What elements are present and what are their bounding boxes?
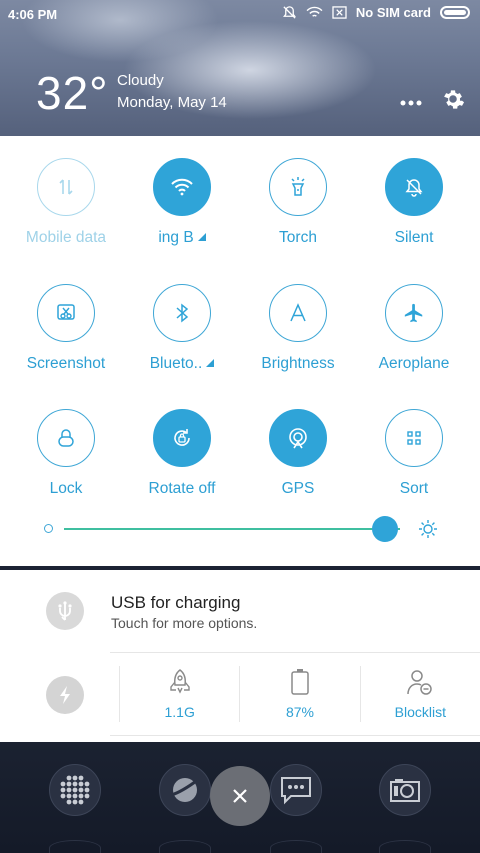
weather-date: Monday, May 14: [117, 94, 227, 111]
lock-icon: [37, 409, 95, 467]
wifi-status-icon: [306, 6, 323, 19]
toggle-label: Mobile data: [25, 229, 107, 246]
divider: [110, 652, 480, 653]
wifi-icon: [153, 158, 211, 216]
toggle-wifi[interactable]: ing B: [124, 158, 240, 249]
toggle-label: Rotate off: [148, 480, 216, 497]
dock-row-2-hint: [159, 840, 211, 853]
header-actions: [400, 86, 466, 117]
toggle-label: Sort: [399, 480, 429, 497]
toggle-bluetooth[interactable]: Blueto..: [124, 284, 240, 375]
blocklist-user-icon: [407, 670, 433, 695]
action-label: 1.1G: [164, 704, 195, 720]
toggle-lock[interactable]: Lock: [8, 409, 124, 500]
wifi-menu-indicator: [197, 233, 206, 241]
brightness-slider[interactable]: [44, 516, 440, 542]
toggle-label: Blueto..: [124, 355, 240, 375]
brightness-track[interactable]: [64, 528, 400, 530]
torch-icon: [269, 158, 327, 216]
status-bar: 4:06 PM No SIM card: [0, 0, 480, 28]
status-time: 4:06 PM: [8, 7, 58, 22]
gps-icon: [269, 409, 327, 467]
no-sim-status-icon: [332, 6, 347, 19]
usb-icon: [46, 592, 84, 630]
brightness-a-icon: [269, 284, 327, 342]
toggle-aeroplane[interactable]: Aeroplane: [356, 284, 472, 375]
mobile-data-icon: [37, 158, 95, 216]
divider: [110, 735, 480, 736]
brightness-high-icon: [418, 519, 438, 544]
bluetooth-menu-indicator: [206, 359, 215, 367]
notification-title: USB for charging: [111, 593, 241, 612]
action-label: Blocklist: [394, 704, 446, 720]
toggle-torch[interactable]: Torch: [240, 158, 356, 249]
battery-icon: [291, 669, 309, 695]
settings-gear-icon[interactable]: [440, 86, 466, 117]
silent-bell-status-icon: [282, 5, 297, 20]
action-label: 87%: [285, 704, 314, 720]
bluetooth-icon: [153, 284, 211, 342]
home-dock: [0, 742, 480, 853]
status-icons: No SIM card: [282, 5, 470, 20]
toggle-label: Lock: [49, 480, 83, 497]
more-options-icon[interactable]: [400, 93, 422, 111]
dock-row-2-hint: [379, 840, 431, 853]
sim-status-text: No SIM card: [355, 5, 431, 20]
usb-notification[interactable]: USB for charging Touch for more options.…: [0, 570, 480, 742]
charging-bolt-icon: [46, 676, 84, 714]
toggle-rotate[interactable]: Rotate off: [124, 409, 240, 500]
brightness-low-icon: [44, 524, 53, 533]
action-blocklist[interactable]: Blocklist: [359, 666, 480, 722]
browser-planet-icon[interactable]: [159, 764, 211, 816]
close-shade-button[interactable]: [210, 766, 270, 826]
weather-condition: Cloudy: [117, 72, 164, 89]
action-battery[interactable]: 87%: [239, 666, 359, 722]
app-grid-dots-icon[interactable]: [49, 764, 101, 816]
toggle-brightness[interactable]: Brightness: [240, 284, 356, 375]
screenshot-scissors-icon: [37, 284, 95, 342]
aeroplane-icon: [385, 284, 443, 342]
quick-settings-panel: Mobile data ing B Torch Silent Screensho…: [0, 136, 480, 566]
close-icon: [233, 789, 247, 803]
messages-icon[interactable]: [270, 764, 322, 816]
sort-grid-icon: [385, 409, 443, 467]
toggle-label: Screenshot: [26, 355, 106, 372]
toggle-screenshot[interactable]: Screenshot: [8, 284, 124, 375]
silent-bell-icon: [385, 158, 443, 216]
toggle-mobile-data[interactable]: Mobile data: [8, 158, 124, 249]
notification-subtitle: Touch for more options.: [111, 615, 258, 631]
toggle-label: Aeroplane: [378, 355, 450, 372]
notification-actions: 1.1G 87% Blocklist: [119, 666, 480, 722]
toggle-gps[interactable]: GPS: [240, 409, 356, 500]
weather-temperature: 32°: [36, 67, 109, 119]
toggle-label: ing B: [124, 229, 240, 249]
toggle-silent[interactable]: Silent: [356, 158, 472, 249]
dock-row-2-hint: [49, 840, 101, 853]
toggle-label: GPS: [281, 480, 315, 497]
battery-status-icon: [440, 6, 470, 19]
rocket-cleaner-icon: [169, 669, 190, 694]
brightness-thumb[interactable]: [372, 516, 399, 542]
dock-row-2-hint: [270, 840, 322, 853]
camera-icon[interactable]: [379, 764, 431, 816]
toggle-label: Silent: [394, 229, 434, 246]
toggle-label: Torch: [279, 229, 317, 246]
rotate-lock-icon: [153, 409, 211, 467]
action-cleaner[interactable]: 1.1G: [119, 666, 239, 722]
toggle-sort[interactable]: Sort: [356, 409, 472, 500]
toggle-label: Brightness: [261, 355, 335, 372]
